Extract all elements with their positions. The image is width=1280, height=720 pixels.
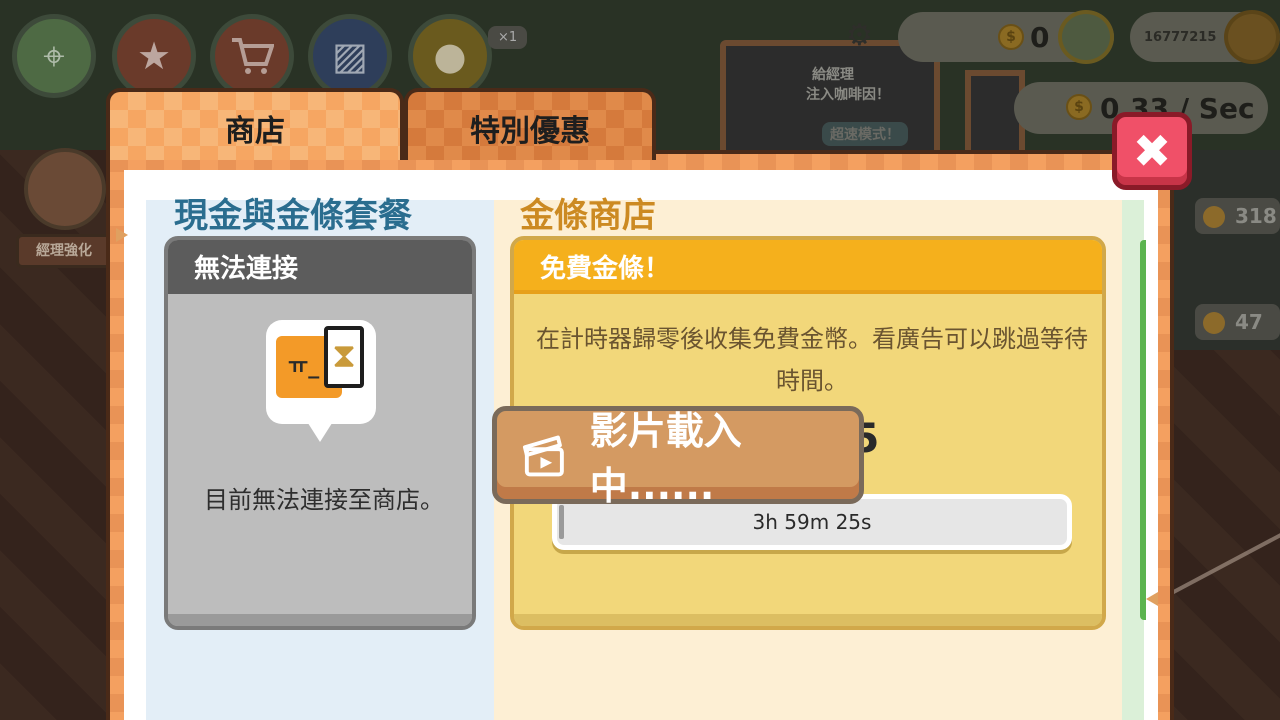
close-icon: ✖	[1132, 124, 1172, 178]
cash-stack-icon[interactable]	[1058, 10, 1114, 64]
gold-value: 16777215	[1144, 29, 1217, 45]
cash-value: 0	[1030, 20, 1050, 54]
free-gold-description: 在計時器歸零後收集免費金幣。看廣告可以跳過等待時間。	[536, 325, 1088, 395]
cart-icon	[232, 38, 274, 74]
manager-upgrade-button[interactable]: 經理強化	[16, 234, 112, 268]
clapperboard-icon	[522, 435, 564, 477]
timer-progress-fill	[559, 505, 564, 539]
board-text-1: 給經理	[812, 67, 854, 83]
connection-error-message: 目前無法連接至商店。	[204, 486, 444, 514]
cash-counter: $ 0	[898, 10, 1114, 64]
gear-icon[interactable]: ⚙	[846, 18, 873, 53]
speech-bubble: ㅠ_ ⧗	[266, 320, 376, 442]
side-value-2-text: 47	[1235, 310, 1263, 334]
card-bottom-edge	[514, 614, 1102, 626]
tab-special-offers-label: 特別優惠	[470, 114, 590, 149]
board-button: 超速模式！	[822, 122, 908, 146]
side-value-1: 318	[1195, 198, 1280, 234]
manager-board: 給經理 注入咖啡因！ 超速模式！	[720, 40, 940, 160]
hourglass-icon: ⧗	[324, 326, 364, 388]
cart-button[interactable]	[210, 14, 294, 98]
connection-error-card: 無法連接 ㅠ_ ⧗ 目前無法連接至商店。	[164, 236, 476, 630]
gold-counter: 16777215	[1130, 10, 1280, 64]
cards-icon: ▨	[332, 34, 368, 78]
star-icon: ★	[136, 34, 172, 78]
section-title-gold-shop: 金條商店	[520, 196, 656, 236]
side-value-2: 47	[1195, 304, 1280, 340]
coffee-bean-icon: ●	[433, 34, 467, 78]
manager-avatar[interactable]	[24, 148, 106, 230]
tab-shop[interactable]: 商店	[106, 88, 404, 160]
board-text-2: 注入咖啡因！	[806, 87, 890, 103]
free-gold-header: 免費金條！	[514, 240, 1102, 294]
coin-icon: $	[998, 24, 1024, 50]
cards-button[interactable]: ▨	[308, 14, 392, 98]
scroll-right-marker	[1146, 592, 1158, 606]
tab-shop-label: 商店	[225, 114, 285, 149]
side-value-1-text: 318	[1235, 204, 1277, 228]
close-button[interactable]: ✖	[1112, 112, 1192, 190]
watch-video-button[interactable]: 影片載入中......	[492, 406, 864, 508]
gold-bar-shop-icon[interactable]	[1224, 10, 1280, 64]
coin-icon: $	[1066, 94, 1092, 120]
coin-icon	[1203, 312, 1225, 334]
section-title-cash-gold: 現金與金條套餐	[174, 196, 412, 236]
timer-text: 3h 59m 25s	[752, 510, 872, 534]
tab-special-offers[interactable]: 特別優惠	[404, 88, 656, 160]
map-icon: ⌖	[43, 33, 65, 78]
star-button[interactable]: ★	[112, 14, 196, 98]
next-card-edge	[1140, 240, 1146, 620]
sad-face-text: ㅠ_	[288, 354, 320, 379]
coin-icon	[1203, 206, 1225, 228]
speed-multiplier: ×1	[488, 26, 528, 49]
scroll-left-marker	[116, 228, 128, 242]
speech-bubble-tail	[306, 420, 334, 442]
card-bottom-edge	[168, 614, 472, 626]
connection-error-header: 無法連接	[168, 240, 472, 294]
coffee-bean-button[interactable]: ●	[408, 14, 492, 98]
map-button[interactable]: ⌖	[12, 14, 96, 98]
watch-video-label: 影片載入中......	[589, 409, 742, 508]
